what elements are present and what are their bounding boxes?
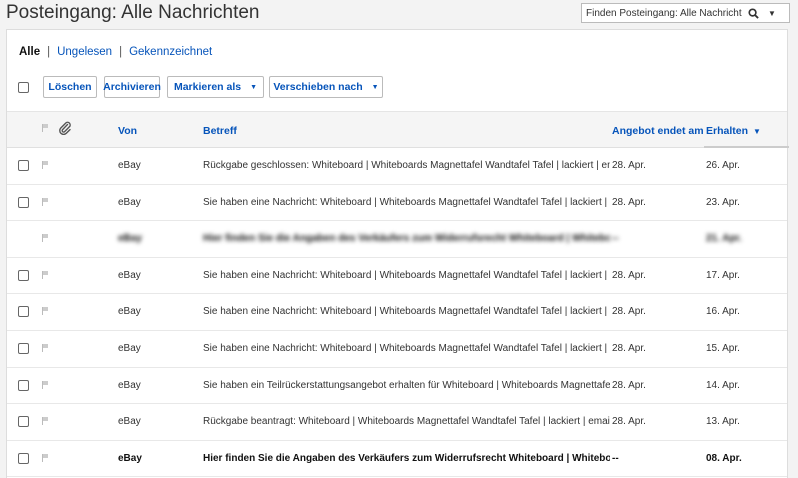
row-checkbox[interactable] <box>18 196 29 208</box>
flag-icon[interactable] <box>42 161 49 169</box>
column-from[interactable]: Von <box>118 125 137 137</box>
search-icon <box>747 7 759 19</box>
flag-icon[interactable] <box>42 197 49 206</box>
table-row[interactable]: eBay Rückgabe geschlossen: Whiteboard | W… <box>7 148 787 185</box>
flag-icon[interactable] <box>42 234 49 243</box>
message-offer-ends: 28. Apr. <box>612 196 646 208</box>
message-sender: eBay <box>118 306 141 318</box>
message-received: 17. Apr. <box>706 269 740 281</box>
search-scope-dropdown[interactable]: ▼ <box>764 4 780 22</box>
select-all-checkbox[interactable] <box>18 82 29 93</box>
table-row[interactable]: eBay Hier finden Sie die Angaben des Verk… <box>7 441 787 478</box>
row-checkbox[interactable] <box>18 269 29 281</box>
row-checkbox[interactable] <box>18 306 29 318</box>
filter-bar: Alle | Ungelesen | Gekennzeichnet <box>19 46 212 58</box>
message-offer-ends: 28. Apr. <box>612 416 646 428</box>
sort-desc-icon: ▼ <box>752 127 761 136</box>
message-offer-ends: -- <box>612 233 619 245</box>
filter-unread[interactable]: Ungelesen <box>57 46 112 58</box>
message-subject[interactable]: Hier finden Sie die Angaben des Verkäufe… <box>203 233 610 244</box>
row-checkbox[interactable] <box>18 379 29 391</box>
column-subject[interactable]: Betreff <box>203 125 237 137</box>
flag-icon[interactable] <box>42 343 49 352</box>
table-row[interactable]: eBay Sie haben ein Teilrückerstattungsang… <box>7 368 787 405</box>
table-row[interactable]: eBay Sie haben eine Nachricht: Whiteboard… <box>7 294 787 331</box>
column-received-label: Erhalten <box>706 125 749 137</box>
delete-button[interactable]: Löschen <box>43 76 97 98</box>
message-subject[interactable]: Rückgabe beantragt: Whiteboard | Whitebo… <box>203 416 610 427</box>
paperclip-icon[interactable] <box>58 121 72 135</box>
table-header: Von Betreff Angebot endet am Erhalten ▼ <box>7 111 789 148</box>
table-row[interactable]: eBay Sie haben eine Nachricht: Whiteboard… <box>7 331 787 368</box>
message-received: 21. Apr. <box>706 233 742 245</box>
flag-icon[interactable] <box>42 270 49 279</box>
message-sender: eBay <box>118 379 141 391</box>
table-row[interactable]: eBay Rückgabe beantragt: Whiteboard | Whi… <box>7 404 787 441</box>
caret-down-icon: ▼ <box>250 83 258 91</box>
message-offer-ends: 28. Apr. <box>612 306 646 318</box>
message-sender: eBay <box>118 160 141 171</box>
message-sender: eBay <box>118 452 142 464</box>
search-box: ▼ <box>581 3 790 23</box>
flag-icon[interactable] <box>42 307 49 316</box>
archive-button[interactable]: Archivieren <box>103 76 161 98</box>
message-offer-ends: -- <box>612 452 619 464</box>
caret-down-icon: ▼ <box>768 8 776 18</box>
message-received: 14. Apr. <box>706 379 740 391</box>
message-received: 08. Apr. <box>706 452 742 464</box>
flag-icon[interactable] <box>42 417 49 426</box>
search-input[interactable] <box>582 7 742 19</box>
move-to-button[interactable]: Verschieben nach ▼ <box>269 76 383 98</box>
message-subject[interactable]: Hier finden Sie die Angaben des Verkäufe… <box>203 453 610 464</box>
message-offer-ends: 28. Apr. <box>612 379 646 391</box>
move-to-label: Verschieben nach <box>273 81 363 93</box>
message-list: eBay Rückgabe geschlossen: Whiteboard | W… <box>7 148 787 478</box>
flag-icon[interactable] <box>42 380 49 389</box>
message-subject[interactable]: Sie haben eine Nachricht: Whiteboard | W… <box>203 343 610 354</box>
filter-separator: | <box>47 46 51 58</box>
table-row[interactable]: eBay Sie haben eine Nachricht: Whiteboard… <box>7 185 787 222</box>
mark-as-button[interactable]: Markieren als ▼ <box>167 76 264 98</box>
flag-icon[interactable] <box>42 124 49 132</box>
row-checkbox[interactable] <box>18 452 29 464</box>
message-received: 13. Apr. <box>706 416 740 428</box>
message-received: 15. Apr. <box>706 342 740 354</box>
action-toolbar: Löschen Archivieren Markieren als ▼ Versc… <box>7 76 787 100</box>
flag-icon[interactable] <box>42 453 49 462</box>
row-checkbox[interactable] <box>18 160 29 171</box>
mark-as-label: Markieren als <box>173 81 242 93</box>
message-sender: eBay <box>118 342 141 354</box>
message-received: 16. Apr. <box>706 306 740 318</box>
message-offer-ends: 28. Apr. <box>612 269 646 281</box>
message-sender: eBay <box>118 233 142 245</box>
message-subject[interactable]: Sie haben eine Nachricht: Whiteboard | W… <box>203 197 610 208</box>
message-sender: eBay <box>118 196 141 208</box>
message-subject[interactable]: Sie haben ein Teilrückerstattungsangebot… <box>203 380 610 391</box>
table-row[interactable]: eBay Sie haben eine Nachricht: Whiteboard… <box>7 258 787 295</box>
caret-down-icon: ▼ <box>371 83 379 91</box>
column-received[interactable]: Erhalten ▼ <box>706 125 761 137</box>
message-sender: eBay <box>118 416 141 428</box>
row-checkbox[interactable] <box>18 416 29 428</box>
message-subject[interactable]: Sie haben eine Nachricht: Whiteboard | W… <box>203 270 610 281</box>
message-received: 26. Apr. <box>706 160 740 171</box>
table-row[interactable]: eBay Hier finden Sie die Angaben des Verk… <box>7 221 787 258</box>
message-offer-ends: 28. Apr. <box>612 160 646 171</box>
search-button[interactable] <box>742 4 764 22</box>
filter-flagged[interactable]: Gekennzeichnet <box>129 46 212 58</box>
page-title: Posteingang: Alle Nachrichten <box>6 2 260 23</box>
message-subject[interactable]: Rückgabe geschlossen: Whiteboard | White… <box>203 160 610 171</box>
messages-panel: Alle | Ungelesen | Gekennzeichnet Lösche… <box>6 29 789 478</box>
message-received: 23. Apr. <box>706 196 740 208</box>
filter-all[interactable]: Alle <box>19 46 40 58</box>
message-offer-ends: 28. Apr. <box>612 342 646 354</box>
message-sender: eBay <box>118 269 141 281</box>
row-checkbox[interactable] <box>18 342 29 354</box>
message-subject[interactable]: Sie haben eine Nachricht: Whiteboard | W… <box>203 306 610 317</box>
column-offer-ends[interactable]: Angebot endet am <box>612 125 704 137</box>
filter-separator: | <box>119 46 123 58</box>
